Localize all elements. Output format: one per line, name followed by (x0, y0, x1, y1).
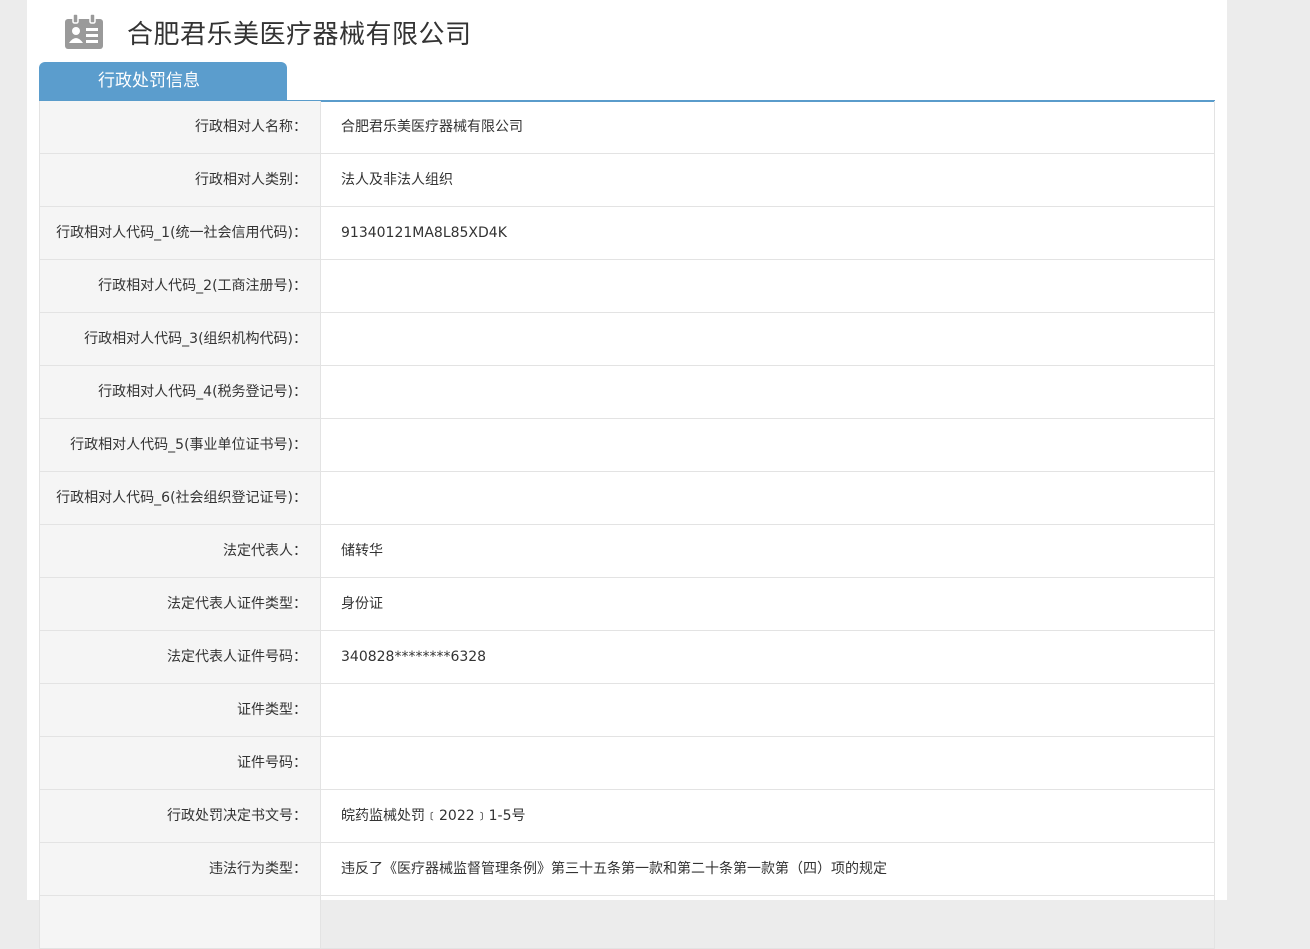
field-value (321, 260, 1214, 312)
field-label: 行政相对人代码_2(工商注册号)： (40, 260, 321, 312)
field-label: 法定代表人证件号码： (40, 631, 321, 683)
table-row: 违法行为类型： 违反了《医疗器械监督管理条例》第三十五条第一款和第二十条第一款第（… (40, 843, 1214, 896)
company-title: 合肥君乐美医疗器械有限公司 (127, 19, 472, 50)
field-label: 行政相对人名称： (40, 101, 321, 153)
table-row: 行政处罚决定书文号： 皖药监械处罚﹝2022﹞1-5号 (40, 790, 1214, 843)
table-row: 法定代表人： 储转华 (40, 525, 1214, 578)
field-label: 行政相对人代码_3(组织机构代码)： (40, 313, 321, 365)
field-value: 合肥君乐美医疗器械有限公司 (341, 119, 523, 135)
field-label: 行政相对人代码_6(社会组织登记证号)： (40, 472, 321, 524)
table-row: 行政相对人类别： 法人及非法人组织 (40, 154, 1214, 207)
table-row: 行政相对人代码_6(社会组织登记证号)： (40, 472, 1214, 525)
field-value: 皖药监械处罚﹝2022﹞1-5号 (341, 808, 526, 824)
field-value (321, 366, 1214, 418)
page-container: 合肥君乐美医疗器械有限公司 行政处罚信息 行政相对人名称： 合肥君乐美医疗器械有限… (27, 0, 1227, 949)
field-label: 行政相对人代码_4(税务登记号)： (40, 366, 321, 418)
penalty-info-table: 行政相对人名称： 合肥君乐美医疗器械有限公司 行政相对人类别： 法人及非法人组织 行政相… (39, 101, 1215, 949)
field-value (321, 684, 1214, 736)
table-row: 证件号码： (40, 737, 1214, 790)
tab-bar: 行政处罚信息 (39, 62, 1215, 102)
field-label: 法定代表人证件类型： (40, 578, 321, 630)
table-row: 行政相对人名称： 合肥君乐美医疗器械有限公司 (40, 101, 1214, 154)
field-label: 行政相对人代码_1(统一社会信用代码)： (40, 207, 321, 259)
tab-label: 行政处罚信息 (98, 71, 200, 91)
contact-card-icon (63, 13, 105, 51)
table-row: 证件类型： (40, 684, 1214, 737)
field-value: 91340121MA8L85XD4K (341, 225, 507, 241)
field-label: 行政处罚决定书文号： (40, 790, 321, 842)
field-label: 法定代表人： (40, 525, 321, 577)
field-value (321, 419, 1214, 471)
field-value: 340828********6328 (341, 649, 487, 665)
tab-administrative-penalty[interactable]: 行政处罚信息 (39, 62, 287, 100)
table-row: 行政相对人代码_4(税务登记号)： (40, 366, 1214, 419)
field-value: 违反了《医疗器械监督管理条例》第三十五条第一款和第二十条第一款第（四）项的规定 (341, 861, 887, 877)
table-row: 行政相对人代码_1(统一社会信用代码)： 91340121MA8L85XD4K (40, 207, 1214, 260)
table-row: 行政相对人代码_3(组织机构代码)： (40, 313, 1214, 366)
field-value: 身份证 (341, 596, 383, 612)
field-label: 证件号码： (40, 737, 321, 789)
field-value (321, 313, 1214, 365)
field-label (40, 896, 321, 948)
table-row: 法定代表人证件号码： 340828********6328 (40, 631, 1214, 684)
field-value: 法人及非法人组织 (341, 172, 453, 188)
field-label: 违法行为类型： (40, 843, 321, 895)
field-value (321, 472, 1214, 524)
table-row: 行政相对人代码_5(事业单位证书号)： (40, 419, 1214, 472)
table-row (40, 896, 1214, 949)
table-row: 法定代表人证件类型： 身份证 (40, 578, 1214, 631)
field-label: 行政相对人代码_5(事业单位证书号)： (40, 419, 321, 471)
page-header: 合肥君乐美医疗器械有限公司 (63, 10, 472, 54)
table-row: 行政相对人代码_2(工商注册号)： (40, 260, 1214, 313)
field-label: 证件类型： (40, 684, 321, 736)
field-label: 行政相对人类别： (40, 154, 321, 206)
field-value (321, 896, 1214, 948)
field-value: 储转华 (341, 543, 383, 559)
field-value (321, 737, 1214, 789)
